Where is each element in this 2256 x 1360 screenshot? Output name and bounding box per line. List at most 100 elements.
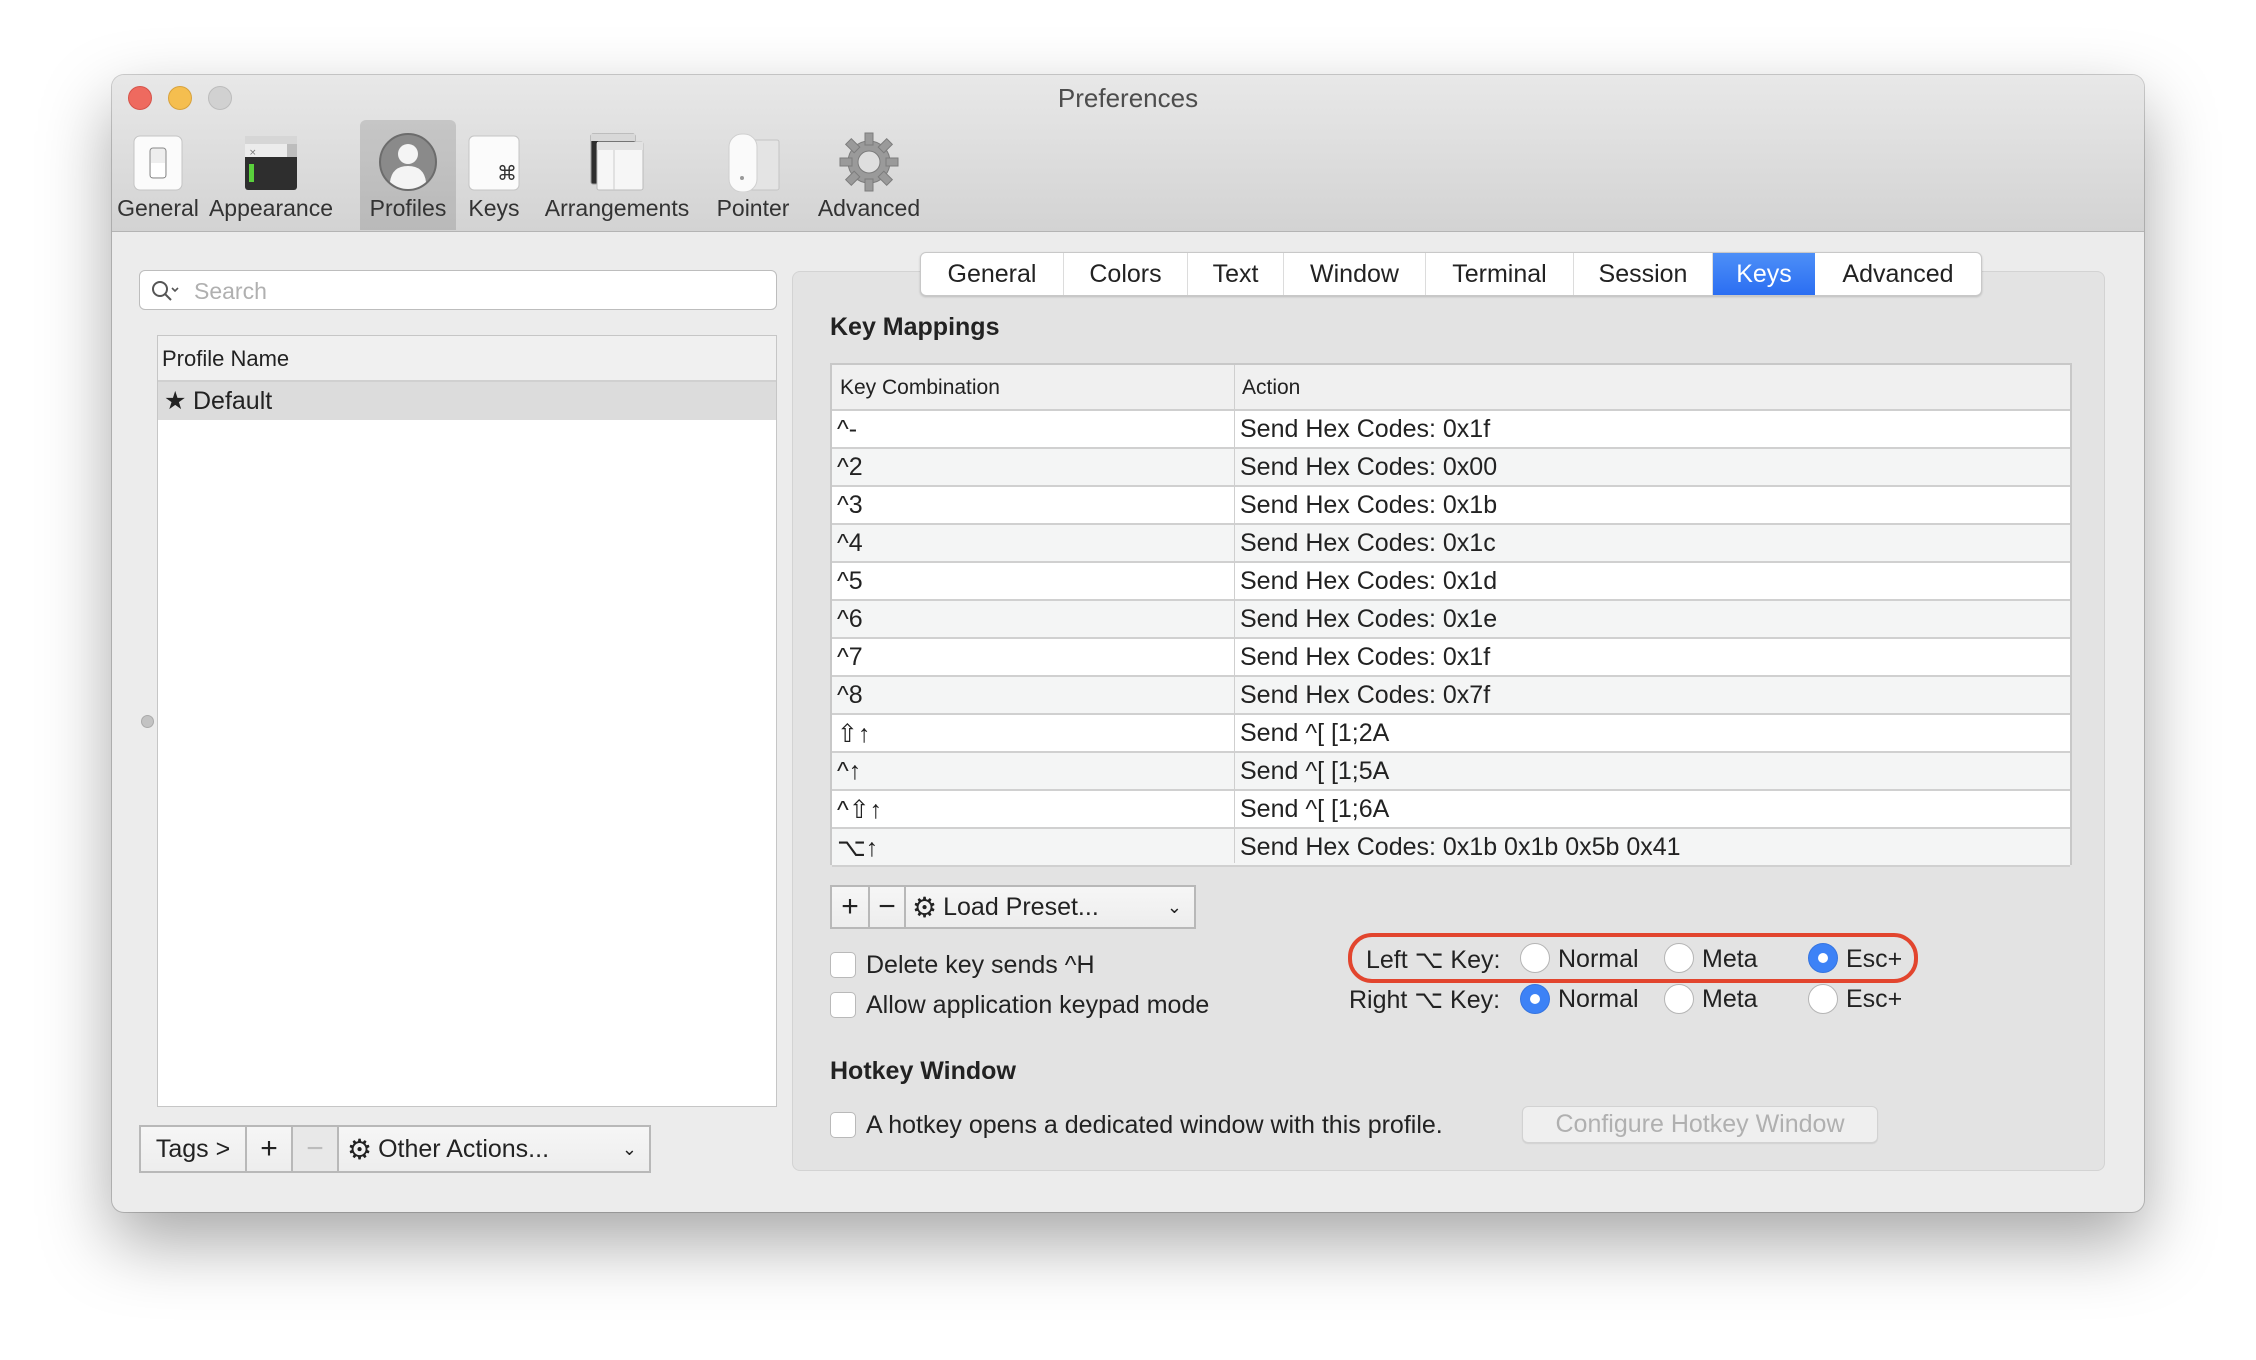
hotkey-window-checkbox[interactable]	[830, 1112, 856, 1138]
tab-general[interactable]: General	[921, 253, 1064, 295]
tab-text[interactable]: Text	[1188, 253, 1284, 295]
app-keypad-mode-label: Allow application keypad mode	[866, 991, 1210, 1019]
tab-advanced[interactable]: Advanced	[1815, 253, 1981, 295]
add-profile-button[interactable]: +	[247, 1127, 293, 1171]
load-preset-label: Load Preset...	[943, 892, 1099, 921]
left-option-normal-label: Normal	[1558, 945, 1639, 973]
command-key-icon: ⌘	[468, 135, 520, 191]
toolbar-item-advanced[interactable]: Advanced	[804, 120, 934, 230]
action-cell: Send Hex Codes: 0x7f	[1240, 681, 1491, 709]
key-mapping-row[interactable]: ^5 Send Hex Codes: 0x1d	[832, 563, 2070, 601]
key-mapping-row[interactable]: ^2 Send Hex Codes: 0x00	[832, 449, 2070, 487]
window-title: Preferences	[1057, 83, 1199, 113]
action-cell: Send Hex Codes: 0x1d	[1240, 567, 1498, 595]
title-bar: Preferences General × Appearance Profile…	[112, 75, 2144, 232]
mouse-icon	[728, 133, 780, 192]
toolbar-label-appearance: Appearance	[208, 195, 334, 221]
other-actions-menu[interactable]: ⚙ Other Actions... ⌄	[339, 1127, 649, 1171]
key-mappings-heading: Key Mappings	[830, 313, 1000, 341]
profile-search-field[interactable]: Search	[139, 270, 777, 310]
key-mapping-row[interactable]: ^3 Send Hex Codes: 0x1b	[832, 487, 2070, 525]
action-cell: Send ^[ [1;6A	[1240, 795, 1390, 823]
app-keypad-mode-checkbox[interactable]	[830, 992, 856, 1018]
key-mapping-row[interactable]: ^8 Send Hex Codes: 0x7f	[832, 677, 2070, 715]
profile-list-header[interactable]: Profile Name	[158, 336, 776, 382]
tab-session[interactable]: Session	[1574, 253, 1713, 295]
tab-keys[interactable]: Keys	[1713, 253, 1815, 295]
action-cell: Send Hex Codes: 0x1b 0x1b 0x5b 0x41	[1240, 833, 1681, 861]
key-combination-cell: ^↑	[837, 757, 862, 785]
preferences-window: Preferences General × Appearance Profile…	[112, 75, 2144, 1212]
toolbar-item-keys[interactable]: ⌘ Keys	[456, 120, 532, 230]
right-option-normal-radio[interactable]	[1520, 984, 1550, 1014]
gear-icon	[839, 132, 899, 192]
delete-sends-ctrl-h-label: Delete key sends ^H	[866, 951, 1095, 979]
tags-button[interactable]: Tags >	[141, 1127, 247, 1171]
left-option-escplus-label: Esc+	[1846, 945, 1903, 973]
right-option-normal-label: Normal	[1558, 985, 1639, 1013]
load-preset-menu[interactable]: ⚙ Load Preset... ⌄	[906, 887, 1194, 927]
key-mapping-row[interactable]: ^↑ Send ^[ [1;5A	[832, 753, 2070, 791]
tab-terminal[interactable]: Terminal	[1426, 253, 1574, 295]
toolbar-label-profiles: Profiles	[369, 195, 447, 221]
toolbar-item-general[interactable]: General	[112, 120, 204, 230]
key-mapping-row[interactable]: ^4 Send Hex Codes: 0x1c	[832, 525, 2070, 563]
toolbar-item-pointer[interactable]: Pointer	[702, 120, 804, 230]
left-option-escplus-radio[interactable]	[1808, 943, 1838, 973]
key-mapping-row[interactable]: ^⇧↑ Send ^[ [1;6A	[832, 791, 2070, 829]
key-mapping-row[interactable]: ^7 Send Hex Codes: 0x1f	[832, 639, 2070, 677]
action-cell: Send Hex Codes: 0x1f	[1240, 415, 1491, 443]
right-option-meta-label: Meta	[1702, 985, 1758, 1013]
search-icon	[152, 281, 179, 301]
split-view-handle[interactable]	[141, 715, 154, 728]
key-combination-cell: ^2	[837, 453, 863, 481]
toolbar-label-keys: Keys	[468, 195, 520, 221]
key-combination-cell: ^-	[837, 415, 858, 443]
action-cell: Send Hex Codes: 0x1c	[1240, 529, 1496, 557]
left-option-meta-radio[interactable]	[1664, 943, 1694, 973]
left-option-normal-radio[interactable]	[1520, 943, 1550, 973]
key-combination-cell: ⌥↑	[837, 834, 879, 862]
profile-name: Default	[193, 387, 273, 415]
key-combination-cell: ^⇧↑	[837, 796, 883, 824]
toolbar-label-advanced: Advanced	[817, 195, 921, 221]
key-mapping-row[interactable]: ^6 Send Hex Codes: 0x1e	[832, 601, 2070, 639]
add-mapping-button[interactable]: +	[832, 887, 870, 927]
toolbar-item-profiles[interactable]: Profiles	[360, 120, 456, 230]
toolbar-label-general: General	[117, 195, 199, 221]
gear-icon: ⚙	[912, 891, 938, 923]
remove-mapping-button[interactable]: −	[870, 887, 906, 927]
column-divider[interactable]	[1234, 365, 1235, 863]
other-actions-label: Other Actions...	[378, 1134, 550, 1163]
right-option-meta-radio[interactable]	[1664, 984, 1694, 1014]
action-cell: Send Hex Codes: 0x1f	[1240, 643, 1491, 671]
right-option-key-label: Right ⌥ Key:	[1349, 986, 1501, 1014]
toolbar-item-appearance[interactable]: × Appearance	[204, 120, 338, 230]
action-cell: Send Hex Codes: 0x1e	[1240, 605, 1498, 633]
tab-window[interactable]: Window	[1284, 253, 1426, 295]
profile-tab-bar: General Colors Text Window Terminal Sess…	[920, 252, 1982, 296]
remove-profile-button[interactable]: −	[293, 1127, 339, 1171]
key-mappings-table: Key Combination Action ^- Send Hex Codes:…	[830, 363, 2072, 867]
star-icon: ★	[164, 387, 187, 415]
user-silhouette-icon	[379, 133, 437, 191]
chevron-down-icon: ⌄	[1166, 896, 1182, 917]
search-placeholder: Search	[194, 278, 267, 304]
right-option-escplus-label: Esc+	[1846, 985, 1903, 1013]
configure-hotkey-window-button[interactable]: Configure Hotkey Window	[1522, 1106, 1878, 1143]
key-combination-cell: ^7	[837, 643, 863, 671]
column-header-key-combination[interactable]: Key Combination	[840, 376, 1000, 400]
column-header-action[interactable]: Action	[1242, 376, 1300, 400]
hotkey-window-label: A hotkey opens a dedicated window with t…	[866, 1111, 1443, 1139]
profile-row-default[interactable]: ★ Default	[158, 382, 776, 420]
right-option-escplus-radio[interactable]	[1808, 984, 1838, 1014]
key-mapping-row[interactable]: ⇧↑ Send ^[ [1;2A	[832, 715, 2070, 753]
key-mappings-header: Key Combination Action	[832, 365, 2070, 411]
tab-colors[interactable]: Colors	[1064, 253, 1188, 295]
delete-sends-ctrl-h-checkbox[interactable]	[830, 952, 856, 978]
key-mapping-row[interactable]: ^- Send Hex Codes: 0x1f	[832, 411, 2070, 449]
key-combination-cell: ^4	[837, 529, 863, 557]
key-mapping-row[interactable]: ⌥↑ Send Hex Codes: 0x1b 0x1b 0x5b 0x41	[832, 829, 2070, 867]
toolbar-label-pointer: Pointer	[716, 195, 790, 221]
toolbar-item-arrangements[interactable]: Arrangements	[532, 120, 702, 230]
